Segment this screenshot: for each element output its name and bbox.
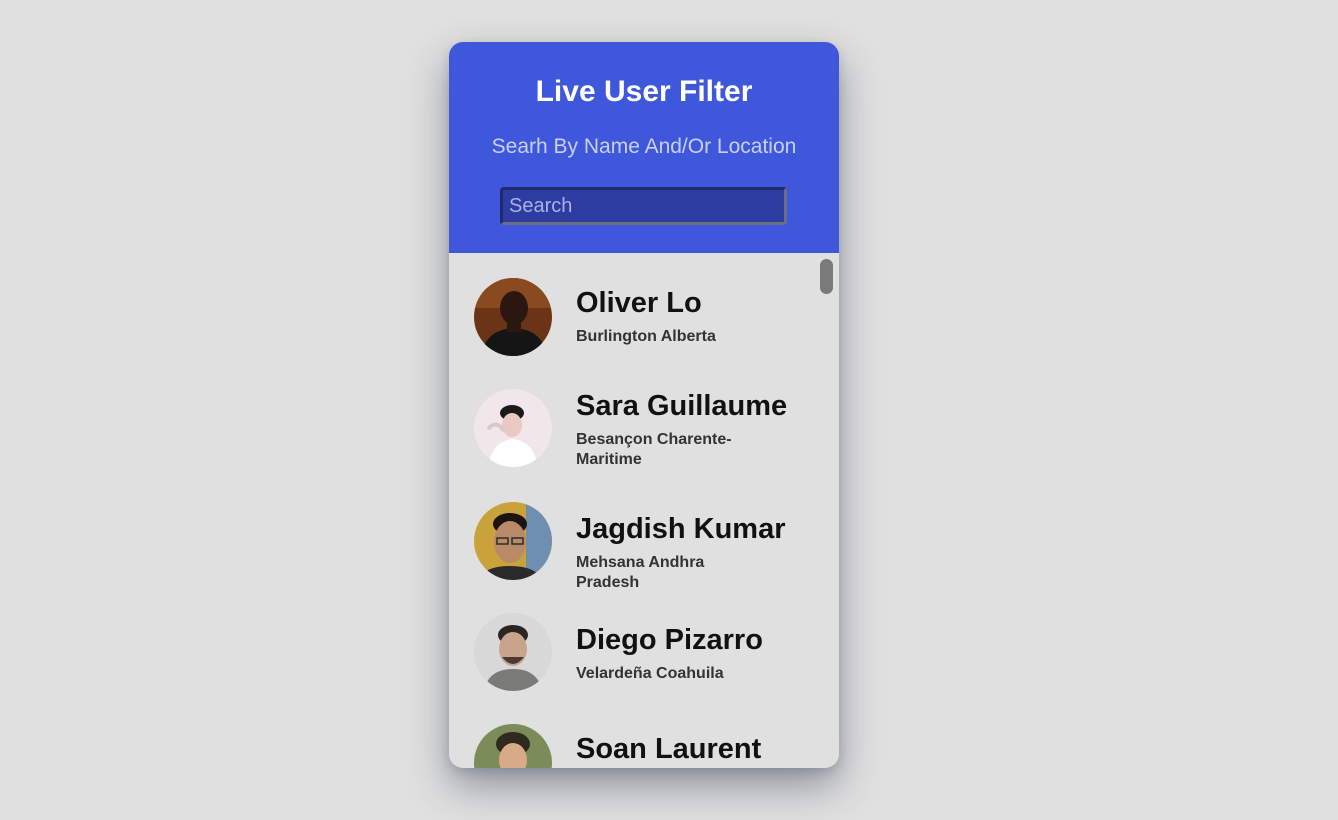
user-name: Oliver Lo bbox=[576, 287, 702, 319]
list-item[interactable]: Sara Guillaume Besançon Charente-Maritim… bbox=[449, 389, 829, 469]
user-location: Mehsana Andhra Pradesh bbox=[576, 554, 705, 591]
user-name: Soan Laurent bbox=[576, 733, 762, 765]
user-name: Sara Guillaume bbox=[576, 390, 788, 422]
user-location: Besançon Charente-Maritime bbox=[576, 431, 732, 468]
user-name: Diego Pizarro bbox=[576, 624, 763, 656]
scrollbar-thumb[interactable] bbox=[820, 259, 833, 294]
user-filter-card: Live User Filter Searh By Name And/Or Lo… bbox=[449, 42, 839, 768]
page-subtitle: Searh By Name And/Or Location bbox=[491, 135, 797, 158]
user-name: Jagdish Kumar bbox=[576, 513, 786, 545]
avatar bbox=[474, 502, 552, 580]
avatar bbox=[474, 724, 552, 768]
list-item[interactable]: Soan Laurent bbox=[449, 724, 829, 768]
avatar bbox=[474, 389, 552, 467]
search-input[interactable] bbox=[500, 187, 787, 225]
page-title: Live User Filter bbox=[535, 75, 753, 108]
list-item[interactable]: Diego Pizarro Velardeña Coahuila bbox=[449, 613, 829, 693]
user-location: Burlington Alberta bbox=[576, 328, 716, 345]
avatar bbox=[474, 278, 552, 356]
user-list[interactable]: Oliver Lo Burlington Alberta Sara Guilla… bbox=[449, 253, 839, 768]
list-item[interactable]: Oliver Lo Burlington Alberta bbox=[449, 278, 829, 358]
avatar bbox=[474, 613, 552, 691]
header: Live User Filter Searh By Name And/Or Lo… bbox=[449, 42, 839, 253]
user-location: Velardeña Coahuila bbox=[576, 665, 724, 682]
list-item[interactable]: Jagdish Kumar Mehsana Andhra Pradesh bbox=[449, 502, 829, 591]
